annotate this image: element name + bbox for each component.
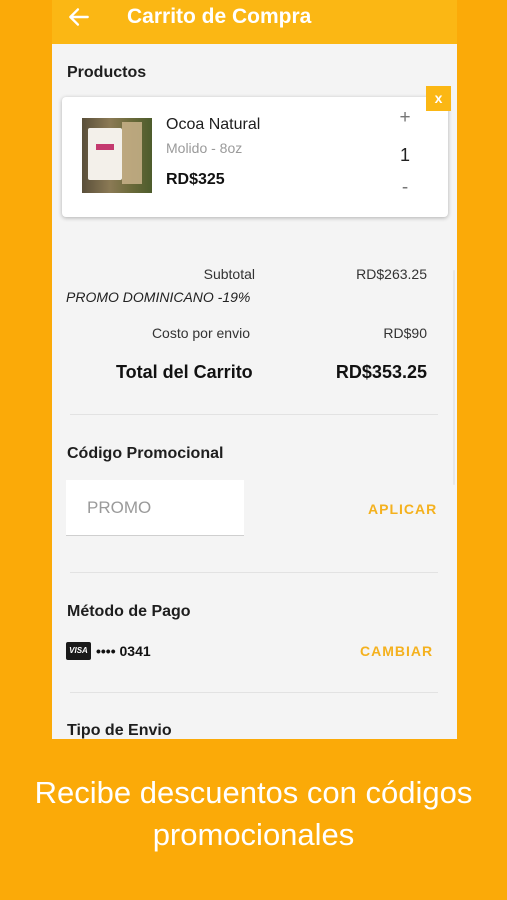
quantity-decrement-button[interactable]: -: [396, 177, 414, 199]
app-bar: Carrito de Compra: [52, 0, 457, 44]
applied-promo: PROMO DOMINICANO -19%: [66, 289, 251, 305]
quantity-value: 1: [399, 145, 410, 165]
caption-line-2: promocionales: [152, 817, 355, 852]
cart-item-card: Ocoa Natural Molido - 8oz RD$325 + 1 -: [62, 97, 448, 217]
shipping-type-title: Tipo de Envio: [67, 722, 172, 739]
product-variant: Molido - 8oz: [166, 140, 243, 156]
scrollbar[interactable]: [453, 270, 455, 485]
apply-promo-button[interactable]: APLICAR: [368, 501, 437, 517]
promo-caption: Recibe descuentos con códigos promociona…: [0, 772, 507, 856]
promo-code-input[interactable]: [66, 480, 244, 536]
caption-line-1: Recibe descuentos con códigos: [34, 775, 473, 810]
quantity-increment-button[interactable]: +: [396, 107, 414, 129]
payment-method-title: Método de Pago: [67, 603, 191, 620]
products-section-title: Productos: [67, 64, 147, 81]
cart-total-value: RD$353.25: [335, 362, 427, 382]
product-image: [82, 118, 152, 193]
shipping-cost-value: RD$90: [383, 325, 427, 341]
visa-card-icon: VISA: [66, 642, 91, 660]
shipping-cost-label: Costo por envio: [151, 325, 250, 341]
subtotal-label: Subtotal: [203, 266, 255, 282]
promo-code-title: Código Promocional: [67, 445, 224, 462]
page-title: Carrito de Compra: [127, 5, 312, 28]
product-price: RD$325: [166, 171, 225, 188]
subtotal-value: RD$263.25: [356, 266, 427, 282]
cart-total-label: Total del Carrito: [116, 362, 253, 382]
divider: [70, 572, 438, 573]
arrow-left-icon[interactable]: [66, 4, 92, 30]
card-number: •••• 0341: [96, 643, 151, 659]
product-name: Ocoa Natural: [166, 116, 261, 133]
remove-item-button[interactable]: x: [426, 86, 451, 111]
phone-screen: Carrito de Compra Productos Ocoa Natural…: [52, 0, 457, 739]
change-payment-button[interactable]: CAMBIAR: [360, 643, 433, 659]
divider: [70, 414, 438, 415]
divider: [70, 692, 438, 693]
